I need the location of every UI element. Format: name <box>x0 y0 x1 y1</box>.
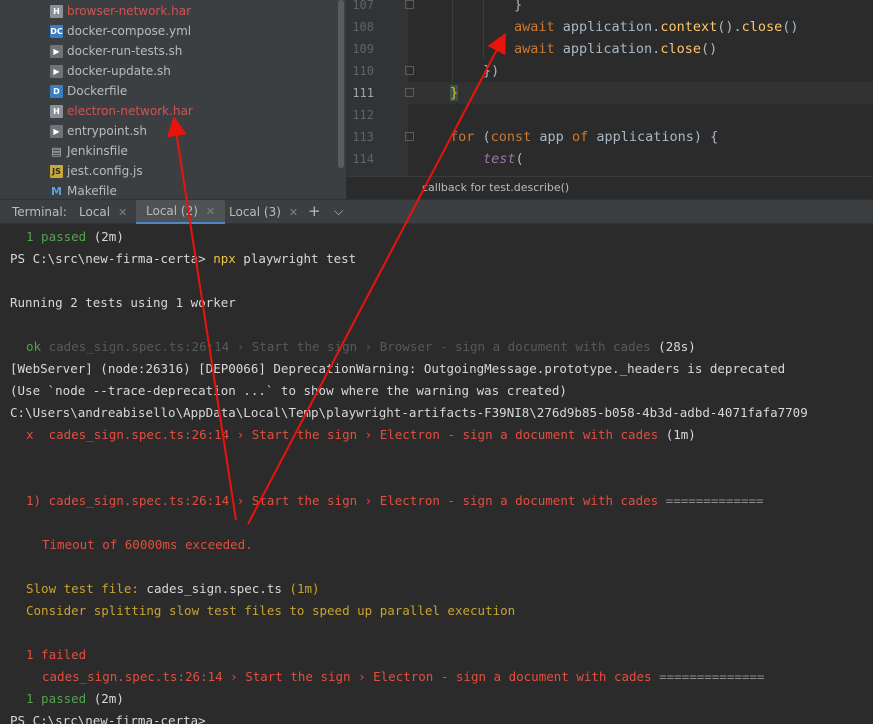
tab-local-2[interactable]: Local (2) ✕ <box>136 200 226 224</box>
line-number: 110 <box>352 64 374 78</box>
file-label: Dockerfile <box>67 84 128 98</box>
js-file-icon: JS <box>50 164 63 178</box>
terminal-line: ok cades_sign.spec.ts:26:14 › Start the … <box>26 339 696 354</box>
breadcrumb-label[interactable]: callback for test.describe() <box>422 181 569 194</box>
line-number: 112 <box>352 108 374 122</box>
terminal-line: Timeout of 60000ms exceeded. <box>42 537 253 552</box>
code-line-110: }) <box>483 63 500 79</box>
file-label: docker-update.sh <box>67 64 171 78</box>
terminal-line: PS C:\src\new-firma-certa> <box>10 713 206 724</box>
line-number-current: 111 <box>352 86 374 100</box>
tree-file-electron-network-har[interactable]: H electron-network.har <box>50 101 193 121</box>
file-label: Jenkinsfile <box>67 144 128 158</box>
tree-file-docker-compose-yml[interactable]: DC docker-compose.yml <box>50 21 191 41</box>
code-line-114: test( <box>483 151 524 167</box>
file-label: Makefile <box>67 184 117 198</box>
current-line-highlight <box>346 82 873 104</box>
terminal-line: (Use `node --trace-deprecation ...` to s… <box>10 383 567 398</box>
file-label: docker-compose.yml <box>67 24 192 38</box>
tree-file-makefile[interactable]: M Makefile <box>50 181 117 199</box>
shell-file-icon: ▶ <box>50 44 63 58</box>
file-label: electron-network.har <box>67 104 193 118</box>
editor-breadcrumb[interactable]: callback for test.describe() <box>346 176 873 199</box>
terminal-line: 1 passed (2m) <box>26 691 124 706</box>
code-editor[interactable]: 107 108 109 110 111 112 113 114 } await … <box>346 0 873 199</box>
line-number: 107 <box>352 0 374 12</box>
fold-marker-icon[interactable] <box>405 0 414 9</box>
line-number: 109 <box>352 42 374 56</box>
tree-file-docker-update-sh[interactable]: ▶ docker-update.sh <box>50 61 171 81</box>
terminal-line: 1) cades_sign.spec.ts:26:14 › Start the … <box>26 493 764 508</box>
code-line-113: for (const app of applications) { <box>450 129 719 145</box>
terminal-label: Terminal: <box>12 205 67 219</box>
indent-guide <box>452 0 453 82</box>
file-label: docker-run-tests.sh <box>67 44 183 58</box>
terminal-line: PS C:\src\new-firma-certa> npx playwrigh… <box>10 251 357 266</box>
tree-scrollbar[interactable] <box>338 0 344 168</box>
file-label: entrypoint.sh <box>67 124 148 138</box>
terminal-line: Slow test file: cades_sign.spec.ts (1m) <box>26 581 320 596</box>
terminal-line: 1 failed <box>26 647 87 662</box>
tab-label: Local <box>79 205 111 219</box>
chevron-down-icon[interactable]: ⌵ <box>334 204 343 219</box>
fold-marker-icon[interactable] <box>405 66 414 75</box>
tree-file-docker-run-tests-sh[interactable]: ▶ docker-run-tests.sh <box>50 41 182 61</box>
tree-file-jenkinsfile[interactable]: ▤ Jenkinsfile <box>50 141 128 161</box>
shell-file-icon: ▶ <box>50 124 63 138</box>
tab-local-3[interactable]: Local (3) ✕ <box>221 200 306 224</box>
tab-local[interactable]: Local ✕ <box>71 200 135 224</box>
line-number: 113 <box>352 130 374 144</box>
tree-file-entrypoint-sh[interactable]: ▶ entrypoint.sh <box>50 121 147 141</box>
terminal-line: Consider splitting slow test files to sp… <box>26 603 516 618</box>
code-line-111: } <box>450 85 459 101</box>
terminal-line: Running 2 tests using 1 worker <box>10 295 236 310</box>
har-file-icon: H <box>50 104 63 118</box>
file-label: jest.config.js <box>67 164 143 178</box>
code-line-108: await application.context().close() <box>514 19 799 35</box>
fold-marker-icon[interactable] <box>405 88 414 97</box>
code-line-109: await application.close() <box>514 41 718 57</box>
add-terminal-icon[interactable]: + <box>308 202 321 220</box>
line-number: 108 <box>352 20 374 34</box>
close-icon[interactable]: ✕ <box>289 206 298 219</box>
tree-file-jest-config-js[interactable]: JS jest.config.js <box>50 161 143 181</box>
editor-gutter: 107 108 109 110 111 112 113 114 <box>346 0 408 176</box>
indent-guide <box>483 0 484 60</box>
tab-label: Local (3) <box>229 205 281 219</box>
project-tree: H browser-network.har DC docker-compose.… <box>0 0 346 199</box>
terminal-line: [WebServer] (node:26316) [DEP0066] Depre… <box>10 361 786 376</box>
terminal-line: 1 passed (2m) <box>26 229 124 244</box>
tree-file-dockerfile[interactable]: D Dockerfile <box>50 81 127 101</box>
shell-file-icon: ▶ <box>50 64 63 78</box>
har-file-icon: H <box>50 4 63 18</box>
line-number: 114 <box>352 152 374 166</box>
code-line-107: } <box>514 0 523 13</box>
close-icon[interactable]: ✕ <box>206 205 215 218</box>
docker-file-icon: D <box>50 84 63 98</box>
makefile-icon: M <box>51 184 62 198</box>
fold-marker-icon[interactable] <box>405 132 414 141</box>
yaml-file-icon: DC <box>50 24 63 38</box>
close-icon[interactable]: ✕ <box>118 206 127 219</box>
tab-label: Local (2) <box>146 204 198 218</box>
terminal-line: x cades_sign.spec.ts:26:14 › Start the s… <box>26 427 696 442</box>
jenkins-file-icon: ▤ <box>51 144 62 158</box>
file-label: browser-network.har <box>67 4 192 18</box>
terminal-output[interactable]: 1 passed (2m) PS C:\src\new-firma-certa>… <box>0 224 873 724</box>
terminal-line: cades_sign.spec.ts:26:14 › Start the sig… <box>42 669 765 684</box>
terminal-line: C:\Users\andreabisello\AppData\Local\Tem… <box>10 405 808 420</box>
tree-file-browser-network-har[interactable]: H browser-network.har <box>50 1 191 21</box>
terminal-tab-bar: Terminal: Local ✕ Local (2) ✕ Local (3) ✕ +… <box>0 199 873 224</box>
